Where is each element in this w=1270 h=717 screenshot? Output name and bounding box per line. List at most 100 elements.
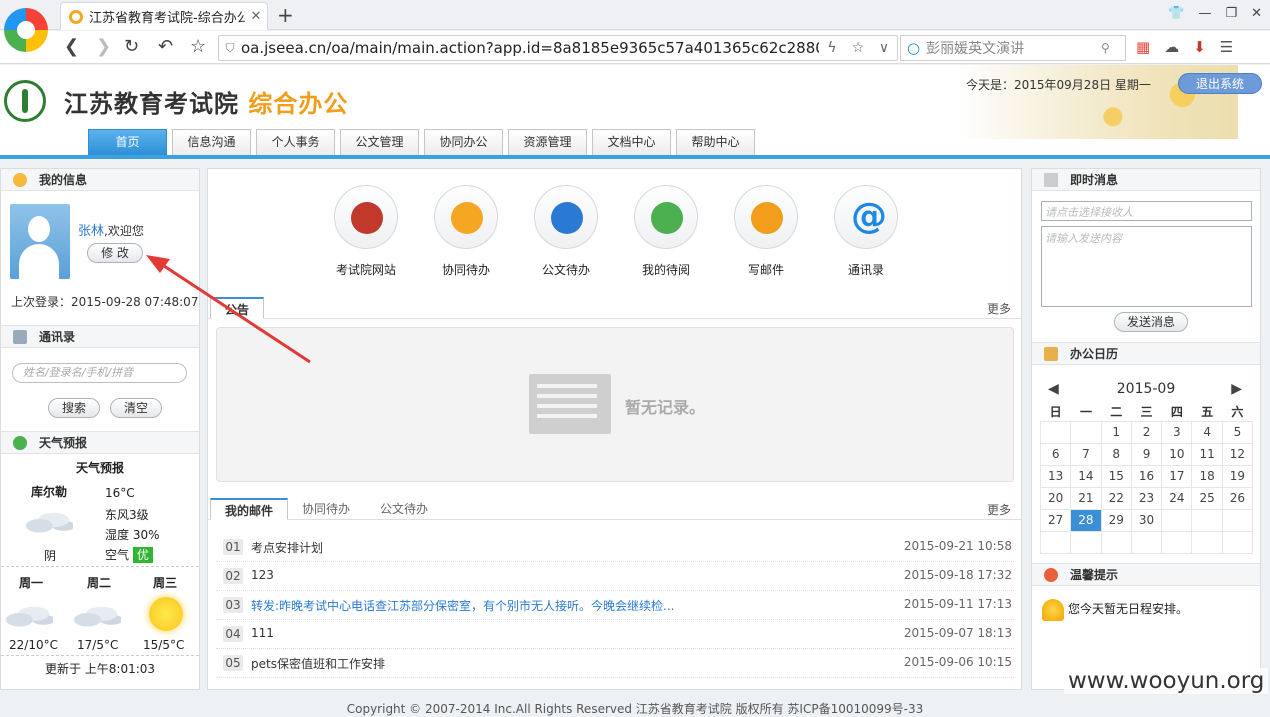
undo-icon[interactable]: ↶: [158, 36, 173, 57]
mail-row[interactable]: 01 考点安排计划 2015-09-21 10:58: [216, 533, 1014, 562]
tab-notice[interactable]: 公告: [210, 297, 265, 319]
calendar-day[interactable]: 17: [1161, 464, 1193, 488]
message-textarea[interactable]: 请输入发送内容: [1041, 226, 1252, 307]
contact-search-button[interactable]: 搜索: [48, 398, 100, 418]
nav-tab-6[interactable]: 文档中心: [592, 129, 671, 155]
browser-logo-icon[interactable]: [4, 8, 48, 52]
nav-tab-1[interactable]: 信息沟通: [172, 129, 251, 155]
close-window-button[interactable]: ✕: [1251, 6, 1262, 21]
calendar-day[interactable]: 25: [1191, 486, 1223, 510]
download-icon[interactable]: ⬇: [1193, 38, 1206, 56]
quick-link-contacts[interactable]: @ 通讯录: [821, 185, 911, 278]
calendar-day[interactable]: 18: [1191, 464, 1223, 488]
new-tab-button[interactable]: +: [277, 3, 294, 27]
calendar-day[interactable]: 30: [1130, 508, 1163, 532]
nav-tab-4[interactable]: 协同办公: [424, 129, 503, 155]
calendar-day[interactable]: [1191, 530, 1223, 554]
calendar-day[interactable]: 21: [1070, 486, 1102, 510]
user-name-link[interactable]: 张林: [78, 224, 104, 239]
notice-more-link[interactable]: 更多: [987, 300, 1011, 317]
mail-row[interactable]: 05 pets保密值班和工作安排 2015-09-06 10:15: [216, 649, 1014, 678]
calendar-day[interactable]: 23: [1130, 486, 1163, 510]
tab-mail-2[interactable]: 公文待办: [366, 498, 442, 520]
apps-grid-icon[interactable]: ▦: [1136, 38, 1150, 56]
browser-tab[interactable]: 江苏省教育考试院-综合办公 ✕: [60, 2, 268, 30]
calendar-day[interactable]: [1161, 508, 1193, 532]
calendar-day[interactable]: [1191, 508, 1223, 532]
mail-subject[interactable]: 考点安排计划: [251, 539, 323, 556]
cloud-sync-icon[interactable]: ☁: [1164, 38, 1179, 56]
contact-clear-button[interactable]: 清空: [110, 398, 162, 418]
lightning-icon[interactable]: ϟ: [819, 40, 845, 56]
calendar-day[interactable]: 13: [1039, 464, 1072, 488]
calendar-day[interactable]: [1039, 420, 1072, 444]
mail-subject[interactable]: 111: [251, 626, 274, 640]
calendar-day[interactable]: 29: [1100, 508, 1132, 532]
logout-button[interactable]: 退出系统: [1178, 73, 1262, 94]
browser-search-box[interactable]: ○ 彭丽媛英文演讲 ⚲: [900, 35, 1126, 61]
prev-month-icon[interactable]: ◀: [1048, 381, 1059, 397]
calendar-day[interactable]: 10: [1161, 442, 1193, 466]
calendar-day[interactable]: 7: [1070, 442, 1102, 466]
mail-subject[interactable]: 转发:昨晚考试中心电话查江苏部分保密室，有个别市无人接听。今晚会继续检...: [251, 597, 675, 614]
close-tab-icon[interactable]: ✕: [245, 9, 267, 24]
calendar-day[interactable]: [1100, 530, 1132, 554]
mail-row[interactable]: 03 转发:昨晚考试中心电话查江苏部分保密室，有个别市无人接听。今晚会继续检...…: [216, 591, 1014, 620]
quick-link-exam-site[interactable]: 考试院网站: [321, 185, 411, 278]
quick-link-doc-todo[interactable]: 公文待办: [521, 185, 611, 278]
calendar-day[interactable]: 4: [1191, 420, 1223, 444]
mail-row[interactable]: 02 123 2015-09-18 17:32: [216, 562, 1014, 591]
calendar-day[interactable]: 26: [1221, 486, 1254, 510]
calendar-day[interactable]: [1070, 530, 1102, 554]
calendar-day[interactable]: 3: [1161, 420, 1193, 444]
calendar-day[interactable]: [1130, 530, 1163, 554]
calendar-day[interactable]: 12: [1221, 442, 1254, 466]
nav-tab-7[interactable]: 帮助中心: [676, 129, 755, 155]
calendar-day[interactable]: 2: [1130, 420, 1163, 444]
pin-icon[interactable]: 👕: [1168, 6, 1184, 21]
calendar-day[interactable]: [1161, 530, 1193, 554]
quick-link-write-mail[interactable]: 写邮件: [721, 185, 811, 278]
maximize-button[interactable]: ❐: [1225, 6, 1237, 21]
chevron-down-icon[interactable]: ∨: [871, 40, 897, 56]
contact-search-input[interactable]: 姓名/登录名/手机/拼音: [12, 363, 187, 383]
mail-subject[interactable]: 123: [251, 568, 274, 582]
calendar-day[interactable]: 22: [1100, 486, 1132, 510]
mail-row[interactable]: 04 111 2015-09-07 18:13: [216, 620, 1014, 649]
back-icon[interactable]: ❮: [64, 36, 79, 57]
calendar-today[interactable]: 28: [1070, 508, 1102, 532]
tab-mail-0[interactable]: 我的邮件: [210, 498, 289, 520]
calendar-day[interactable]: 8: [1100, 442, 1132, 466]
next-month-icon[interactable]: ▶: [1231, 381, 1242, 397]
mail-subject[interactable]: pets保密值班和工作安排: [251, 655, 385, 672]
calendar-day[interactable]: 19: [1221, 464, 1254, 488]
address-bar[interactable]: ⛉ oa.jseea.cn/oa/main/main.action?app.id…: [218, 35, 898, 61]
calendar-day[interactable]: [1039, 530, 1072, 554]
nav-tab-2[interactable]: 个人事务: [256, 129, 335, 155]
calendar-day[interactable]: 9: [1130, 442, 1163, 466]
bookmark-star-icon[interactable]: ☆: [190, 36, 206, 57]
forward-icon[interactable]: ❯: [96, 36, 111, 57]
favorite-star-icon[interactable]: ☆: [845, 40, 871, 56]
calendar-day[interactable]: 6: [1039, 442, 1072, 466]
mail-more-link[interactable]: 更多: [987, 501, 1011, 518]
reload-icon[interactable]: ↻: [124, 36, 139, 57]
minimize-button[interactable]: —: [1198, 6, 1211, 21]
calendar-day[interactable]: [1070, 420, 1102, 444]
calendar-day[interactable]: [1221, 508, 1254, 532]
nav-tab-3[interactable]: 公文管理: [340, 129, 419, 155]
send-message-button[interactable]: 发送消息: [1114, 312, 1188, 332]
calendar-day[interactable]: 27: [1039, 508, 1072, 532]
calendar-day[interactable]: [1221, 530, 1254, 554]
tab-mail-1[interactable]: 协同待办: [288, 498, 364, 520]
browser-search-text[interactable]: 彭丽媛英文演讲: [926, 38, 1101, 58]
calendar-day[interactable]: 15: [1100, 464, 1132, 488]
calendar-day[interactable]: 24: [1161, 486, 1193, 510]
calendar-day[interactable]: 14: [1070, 464, 1102, 488]
calendar-day[interactable]: 20: [1039, 486, 1072, 510]
quick-link-collab-todo[interactable]: 协同待办: [421, 185, 511, 278]
receiver-input[interactable]: 请点击选择接收人: [1041, 201, 1252, 221]
menu-icon[interactable]: ☰: [1220, 38, 1233, 56]
url-text[interactable]: oa.jseea.cn/oa/main/main.action?app.id=8…: [241, 39, 819, 57]
nav-tab-5[interactable]: 资源管理: [508, 129, 587, 155]
